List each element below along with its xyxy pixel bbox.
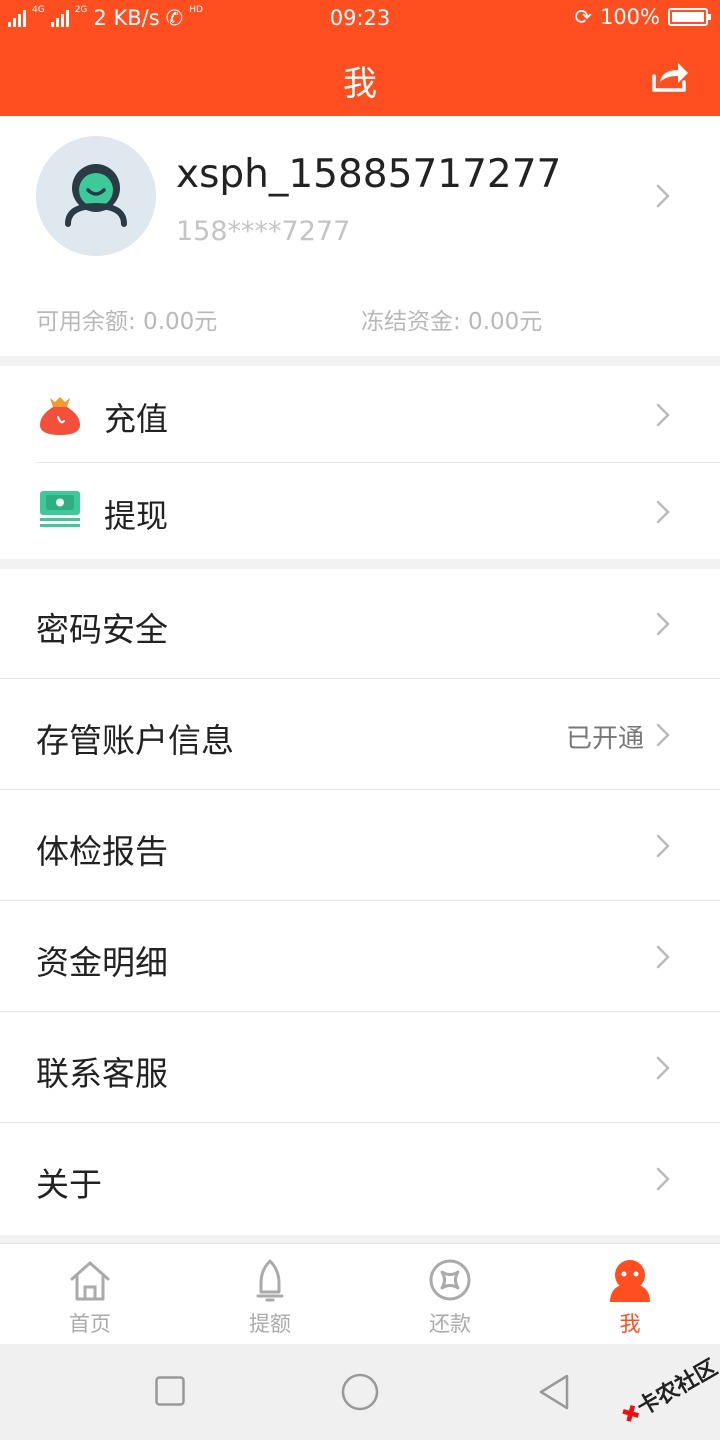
home-nav-icon[interactable] (341, 1373, 379, 1411)
tab-label: 我 (619, 1312, 641, 1336)
menu-item-password-security[interactable]: 密码安全 (0, 569, 720, 679)
battery-icon (668, 8, 711, 26)
menu-item-label: 密码安全 (36, 610, 168, 649)
chevron-right-icon (656, 834, 670, 858)
rotation-lock-icon: ⟳ (574, 5, 592, 29)
username: xsph_15885717277 (176, 152, 562, 197)
title-bar: 我 (0, 36, 720, 116)
masked-phone: 158****7277 (176, 216, 351, 247)
money-bag-icon (40, 397, 80, 435)
repay-icon (429, 1259, 471, 1301)
menu-item-health-report[interactable]: 体检报告 (0, 791, 720, 901)
settings-menu: 密码安全 存管账户信息 已开通 体检报告 资金明细 联系客服 关于 (0, 569, 720, 1235)
back-nav-icon[interactable] (538, 1374, 570, 1410)
home-icon (70, 1261, 110, 1301)
chevron-right-icon (656, 184, 670, 208)
tab-raise-limit[interactable]: 提额 (180, 1244, 360, 1344)
chevron-right-icon (656, 612, 670, 636)
tab-home[interactable]: 首页 (0, 1244, 180, 1344)
user-icon (65, 164, 127, 227)
recent-apps-icon[interactable] (155, 1376, 185, 1406)
menu-item-about[interactable]: 关于 (0, 1124, 720, 1234)
chevron-right-icon (656, 500, 670, 524)
menu-item-fund-details[interactable]: 资金明细 (0, 902, 720, 1012)
menu-item-value: 已开通 (565, 724, 644, 754)
frozen-funds: 冻结资金: 0.00元 (361, 309, 543, 335)
chevron-right-icon (656, 403, 670, 427)
menu-item-label: 联系客服 (36, 1054, 168, 1093)
menu-item-label: 提现 (104, 497, 169, 535)
system-nav-bar (0, 1344, 720, 1440)
profile-card[interactable]: xsph_15885717277 158****7277 可用余额: 0.00元… (0, 116, 720, 356)
available-balance: 可用余额: 0.00元 (36, 309, 218, 335)
menu-item-customer-service[interactable]: 联系客服 (0, 1013, 720, 1123)
bottom-tab-bar: 首页 提额 还款 我 (0, 1243, 720, 1344)
tab-label: 提额 (249, 1312, 291, 1336)
share-icon[interactable] (650, 56, 690, 96)
menu-item-recharge[interactable]: 充值 (0, 366, 720, 462)
chevron-right-icon (656, 1167, 670, 1191)
status-bar: 4G 2G 2 KB/s ✆ HD 09:23 ⟳ 100% (0, 0, 720, 36)
tab-label: 还款 (429, 1312, 471, 1336)
cash-icon (40, 491, 80, 527)
tab-label: 首页 (69, 1312, 111, 1336)
chevron-right-icon (656, 723, 670, 747)
page-title: 我 (343, 64, 377, 104)
menu-item-label: 存管账户信息 (36, 721, 234, 760)
menu-item-label: 体检报告 (36, 832, 168, 871)
chevron-right-icon (656, 945, 670, 969)
avatar[interactable] (36, 136, 156, 256)
tab-repayment[interactable]: 还款 (360, 1244, 540, 1344)
bell-icon (256, 1259, 284, 1302)
tab-me[interactable]: 我 (540, 1244, 720, 1344)
menu-item-label: 关于 (36, 1165, 102, 1204)
menu-item-label: 充值 (104, 400, 169, 438)
profile-icon (610, 1260, 650, 1302)
menu-item-withdraw[interactable]: 提现 (0, 463, 720, 559)
menu-item-custody-account[interactable]: 存管账户信息 已开通 (0, 680, 720, 790)
wallet-menu: 充值 提现 (0, 366, 720, 559)
battery-percent: 100% (599, 5, 660, 29)
chevron-right-icon (656, 1056, 670, 1080)
menu-item-label: 资金明细 (36, 943, 168, 982)
